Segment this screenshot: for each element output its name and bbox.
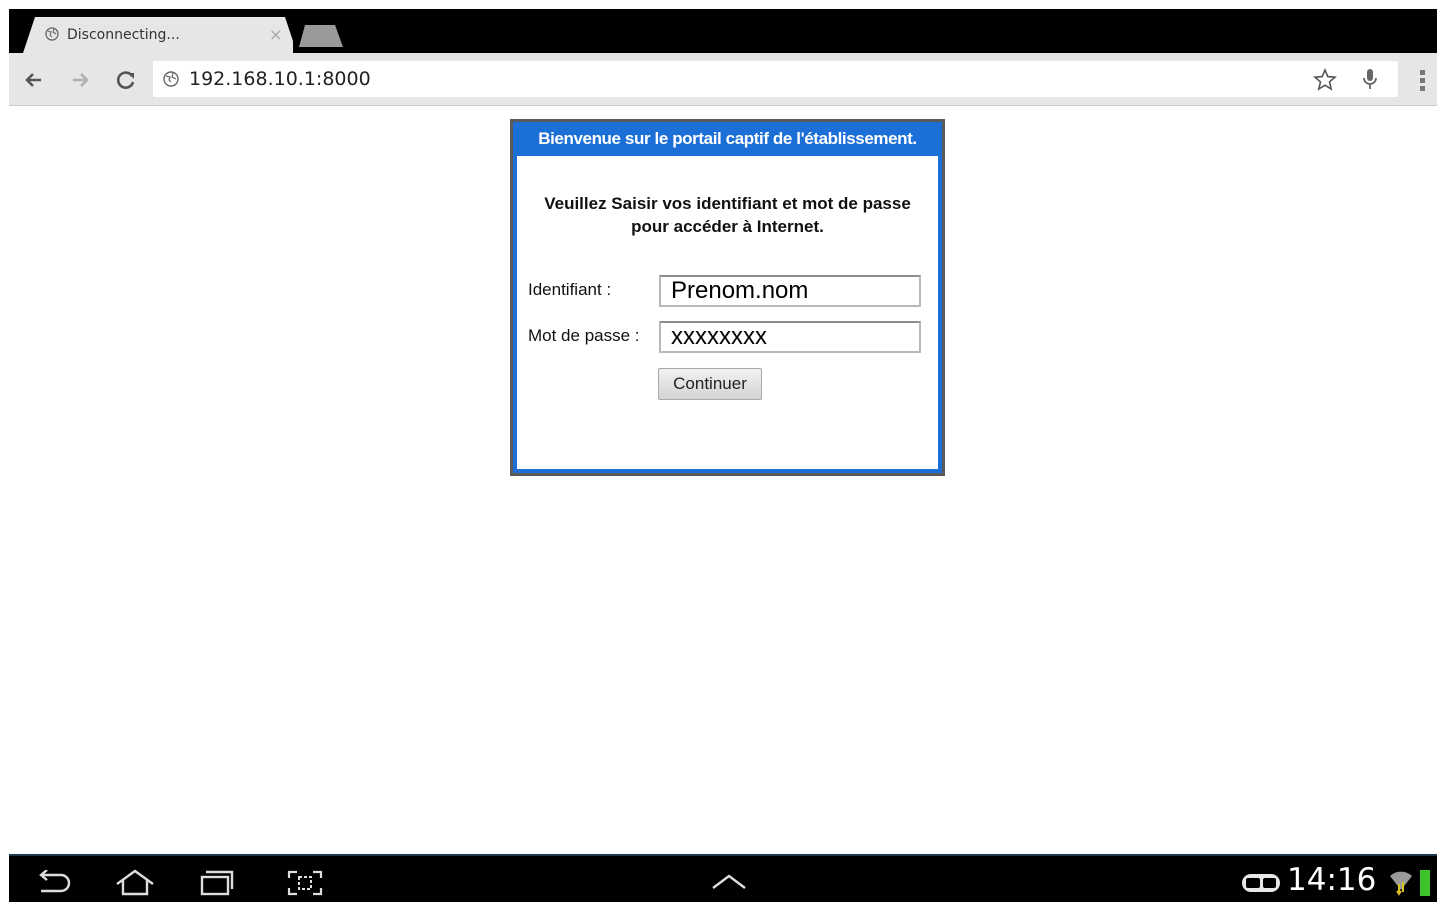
clock: 14:16 — [1287, 862, 1377, 898]
address-bar[interactable]: 192.168.10.1:8000 — [153, 61, 1398, 97]
tab-strip: Disconnecting... × — [9, 9, 1437, 53]
screenshot-icon[interactable] — [285, 868, 325, 898]
continue-button[interactable]: Continuer — [658, 368, 762, 400]
wifi-badge-icon — [1242, 874, 1280, 892]
browser-tab[interactable]: Disconnecting... × — [23, 17, 293, 53]
back-arrow-icon[interactable] — [21, 67, 47, 93]
recent-apps-icon[interactable] — [197, 868, 237, 898]
instructions-line-1: Veuillez Saisir vos identifiant et mot d… — [544, 194, 911, 213]
username-label: Identifiant : — [528, 280, 612, 299]
instructions-line-2: pour accéder à Internet. — [631, 217, 824, 236]
system-navigation-bar: 14:16 — [9, 854, 1437, 902]
globe-icon — [45, 27, 59, 41]
captive-portal-panel: Bienvenue sur le portail captif de l'éta… — [510, 119, 945, 476]
bookmark-star-icon[interactable] — [1313, 67, 1337, 93]
portal-frame: Bienvenue sur le portail captif de l'éta… — [513, 122, 942, 473]
expand-up-icon[interactable] — [709, 872, 749, 892]
wifi-signal-icon — [1390, 871, 1412, 896]
menu-overflow-icon[interactable] — [1411, 67, 1435, 93]
portal-body: Veuillez Saisir vos identifiant et mot d… — [517, 156, 938, 469]
site-info-globe-icon[interactable] — [163, 71, 179, 87]
portal-header: Bienvenue sur le portail captif de l'éta… — [538, 129, 917, 148]
password-field[interactable]: xxxxxxxx — [659, 321, 921, 353]
home-icon[interactable] — [113, 868, 157, 898]
tab-title: Disconnecting... — [67, 27, 180, 43]
forward-arrow-icon[interactable] — [67, 67, 93, 93]
new-tab-button[interactable] — [299, 25, 343, 47]
username-field[interactable]: Prenom.nom — [659, 275, 921, 307]
back-icon[interactable] — [33, 870, 73, 896]
microphone-icon[interactable] — [1358, 67, 1382, 93]
toolbar: 192.168.10.1:8000 — [9, 53, 1437, 106]
address-text: 192.168.10.1:8000 — [189, 68, 371, 90]
reload-icon[interactable] — [113, 67, 139, 93]
battery-icon — [1420, 870, 1430, 896]
password-label: Mot de passe : — [528, 326, 640, 345]
instructions-text: Veuillez Saisir vos identifiant et mot d… — [527, 192, 928, 238]
tab-close-icon[interactable]: × — [269, 25, 282, 44]
